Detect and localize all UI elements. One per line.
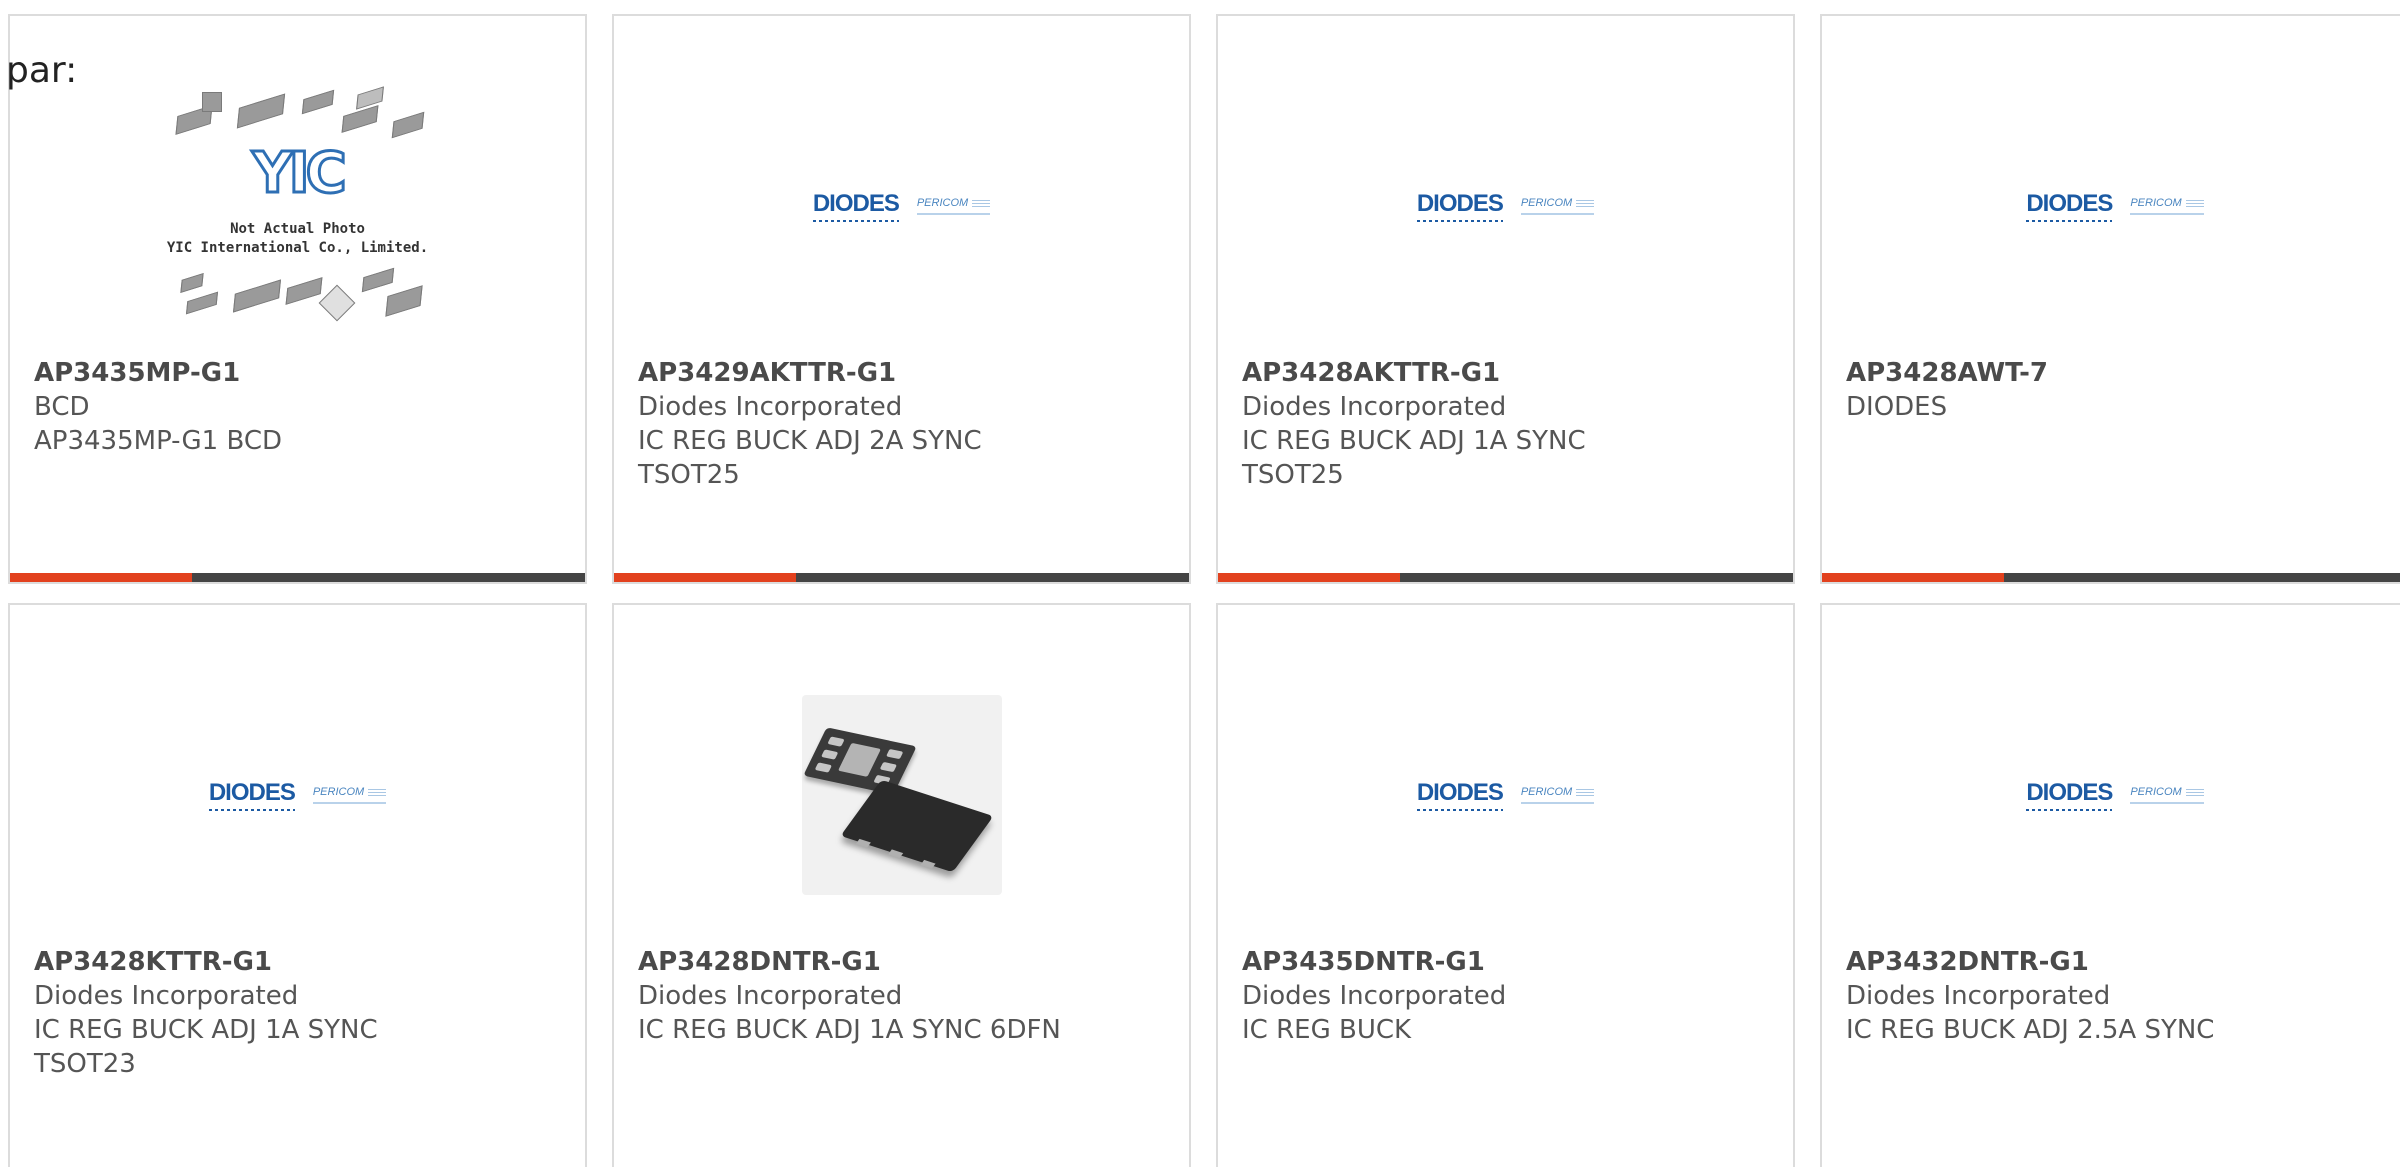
product-card[interactable]: AP3428DNTR-G1 Diodes Incorporated IC REG… bbox=[612, 603, 1191, 1167]
description: IC REG BUCK ADJ 1A SYNC 6DFN bbox=[638, 1015, 1061, 1045]
product-image[interactable]: DIODES PERICOM bbox=[1822, 685, 2400, 905]
description: IC REG BUCK bbox=[1242, 1015, 1412, 1045]
diodes-logo: DIODES PERICOM bbox=[2026, 190, 2205, 222]
product-card[interactable]: YIC Not Actual Photo YIC International C… bbox=[8, 14, 587, 584]
product-info: AP3435DNTR-G1 Diodes Incorporated IC REG… bbox=[1242, 945, 1773, 1047]
product-card[interactable]: DIODES PERICOM AP3428AKTTR-G1 Diodes Inc… bbox=[1216, 14, 1795, 584]
product-card[interactable]: DIODES PERICOM AP3428KTTR-G1 Diodes Inco… bbox=[8, 603, 587, 1167]
pericom-logo-text: PERICOM bbox=[312, 786, 387, 804]
chip-package-top bbox=[839, 779, 994, 873]
product-image[interactable]: DIODES PERICOM bbox=[10, 685, 585, 905]
product-info: AP3428AWT-7 DIODES bbox=[1846, 356, 2388, 424]
diodes-logo-text: DIODES bbox=[2026, 190, 2113, 222]
part-number[interactable]: AP3435MP-G1 bbox=[34, 356, 565, 390]
part-number[interactable]: AP3428KTTR-G1 bbox=[34, 945, 565, 979]
pericom-logo-text: PERICOM bbox=[1520, 197, 1595, 215]
manufacturer: Diodes Incorporated bbox=[638, 392, 903, 422]
manufacturer: Diodes Incorporated bbox=[1242, 392, 1507, 422]
part-number[interactable]: AP3435DNTR-G1 bbox=[1242, 945, 1773, 979]
product-image[interactable]: DIODES PERICOM bbox=[1218, 96, 1793, 316]
product-image[interactable]: DIODES PERICOM bbox=[614, 96, 1189, 316]
diodes-logo: DIODES PERICOM bbox=[1416, 779, 1595, 811]
manufacturer: DIODES bbox=[1846, 392, 1948, 422]
yic-placeholder-image: YIC Not Actual Photo YIC International C… bbox=[158, 86, 438, 326]
product-info: AP3428DNTR-G1 Diodes Incorporated IC REG… bbox=[638, 945, 1169, 1047]
diodes-logo: DIODES PERICOM bbox=[208, 779, 387, 811]
part-number[interactable]: AP3432DNTR-G1 bbox=[1846, 945, 2388, 979]
manufacturer: Diodes Incorporated bbox=[1846, 981, 2111, 1011]
card-accent-bar bbox=[10, 573, 192, 582]
product-info: AP3428AKTTR-G1 Diodes Incorporated IC RE… bbox=[1242, 356, 1773, 492]
diodes-logo-text: DIODES bbox=[1416, 779, 1504, 811]
pericom-logo-text: PERICOM bbox=[2130, 786, 2205, 804]
product-info: AP3432DNTR-G1 Diodes Incorporated IC REG… bbox=[1846, 945, 2388, 1047]
prefix-text: par: bbox=[6, 50, 78, 91]
product-card[interactable]: DIODES PERICOM AP3429AKTTR-G1 Diodes Inc… bbox=[612, 14, 1191, 584]
manufacturer: Diodes Incorporated bbox=[34, 981, 299, 1011]
pericom-logo-text: PERICOM bbox=[1520, 786, 1595, 804]
yic-logo: YIC bbox=[251, 141, 348, 206]
part-number[interactable]: AP3428DNTR-G1 bbox=[638, 945, 1169, 979]
diodes-logo: DIODES PERICOM bbox=[1416, 190, 1595, 222]
card-footer-bar bbox=[1218, 573, 1793, 582]
product-card[interactable]: DIODES PERICOM AP3432DNTR-G1 Diodes Inco… bbox=[1820, 603, 2400, 1167]
product-image[interactable] bbox=[614, 685, 1189, 905]
description: IC REG BUCK ADJ 2A SYNC TSOT25 bbox=[638, 426, 982, 490]
card-accent-bar bbox=[1822, 573, 2004, 582]
product-image[interactable]: YIC Not Actual Photo YIC International C… bbox=[10, 86, 585, 322]
diodes-logo-text: DIODES bbox=[208, 779, 296, 811]
description: AP3435MP-G1 BCD bbox=[34, 426, 283, 456]
description: IC REG BUCK ADJ 1A SYNC TSOT25 bbox=[1242, 426, 1586, 490]
description: IC REG BUCK ADJ 2.5A SYNC bbox=[1846, 1015, 2215, 1045]
card-footer-bar bbox=[1822, 573, 2400, 582]
product-image[interactable]: DIODES PERICOM bbox=[1218, 685, 1793, 905]
manufacturer: Diodes Incorporated bbox=[1242, 981, 1507, 1011]
part-number[interactable]: AP3429AKTTR-G1 bbox=[638, 356, 1169, 390]
diodes-logo-text: DIODES bbox=[812, 190, 900, 222]
product-card[interactable]: DIODES PERICOM AP3428AWT-7 DIODES bbox=[1820, 14, 2400, 584]
product-info: AP3428KTTR-G1 Diodes Incorporated IC REG… bbox=[34, 945, 565, 1081]
manufacturer: BCD bbox=[34, 392, 90, 422]
pericom-logo-text: PERICOM bbox=[916, 197, 991, 215]
card-accent-bar bbox=[1218, 573, 1400, 582]
image-note: Not Actual Photo YIC International Co., … bbox=[166, 221, 429, 256]
pericom-logo-text: PERICOM bbox=[2130, 197, 2205, 215]
diodes-logo-text: DIODES bbox=[1416, 190, 1504, 222]
part-number[interactable]: AP3428AWT-7 bbox=[1846, 356, 2388, 390]
diodes-logo: DIODES PERICOM bbox=[2026, 779, 2205, 811]
card-footer-bar bbox=[10, 573, 585, 582]
product-grid: par: YIC Not Actual Photo YIC Internatio… bbox=[0, 0, 2400, 1167]
card-accent-bar bbox=[614, 573, 796, 582]
dfn-chip-photo bbox=[801, 695, 1002, 895]
product-info: AP3435MP-G1 BCD AP3435MP-G1 BCD bbox=[34, 356, 565, 458]
part-number[interactable]: AP3428AKTTR-G1 bbox=[1242, 356, 1773, 390]
product-image[interactable]: DIODES PERICOM bbox=[1822, 96, 2400, 316]
card-footer-bar bbox=[614, 573, 1189, 582]
description: IC REG BUCK ADJ 1A SYNC TSOT23 bbox=[34, 1015, 378, 1079]
diodes-logo: DIODES PERICOM bbox=[812, 190, 991, 222]
diodes-logo-text: DIODES bbox=[2026, 779, 2113, 811]
manufacturer: Diodes Incorporated bbox=[638, 981, 903, 1011]
product-info: AP3429AKTTR-G1 Diodes Incorporated IC RE… bbox=[638, 356, 1169, 492]
product-card[interactable]: DIODES PERICOM AP3435DNTR-G1 Diodes Inco… bbox=[1216, 603, 1795, 1167]
